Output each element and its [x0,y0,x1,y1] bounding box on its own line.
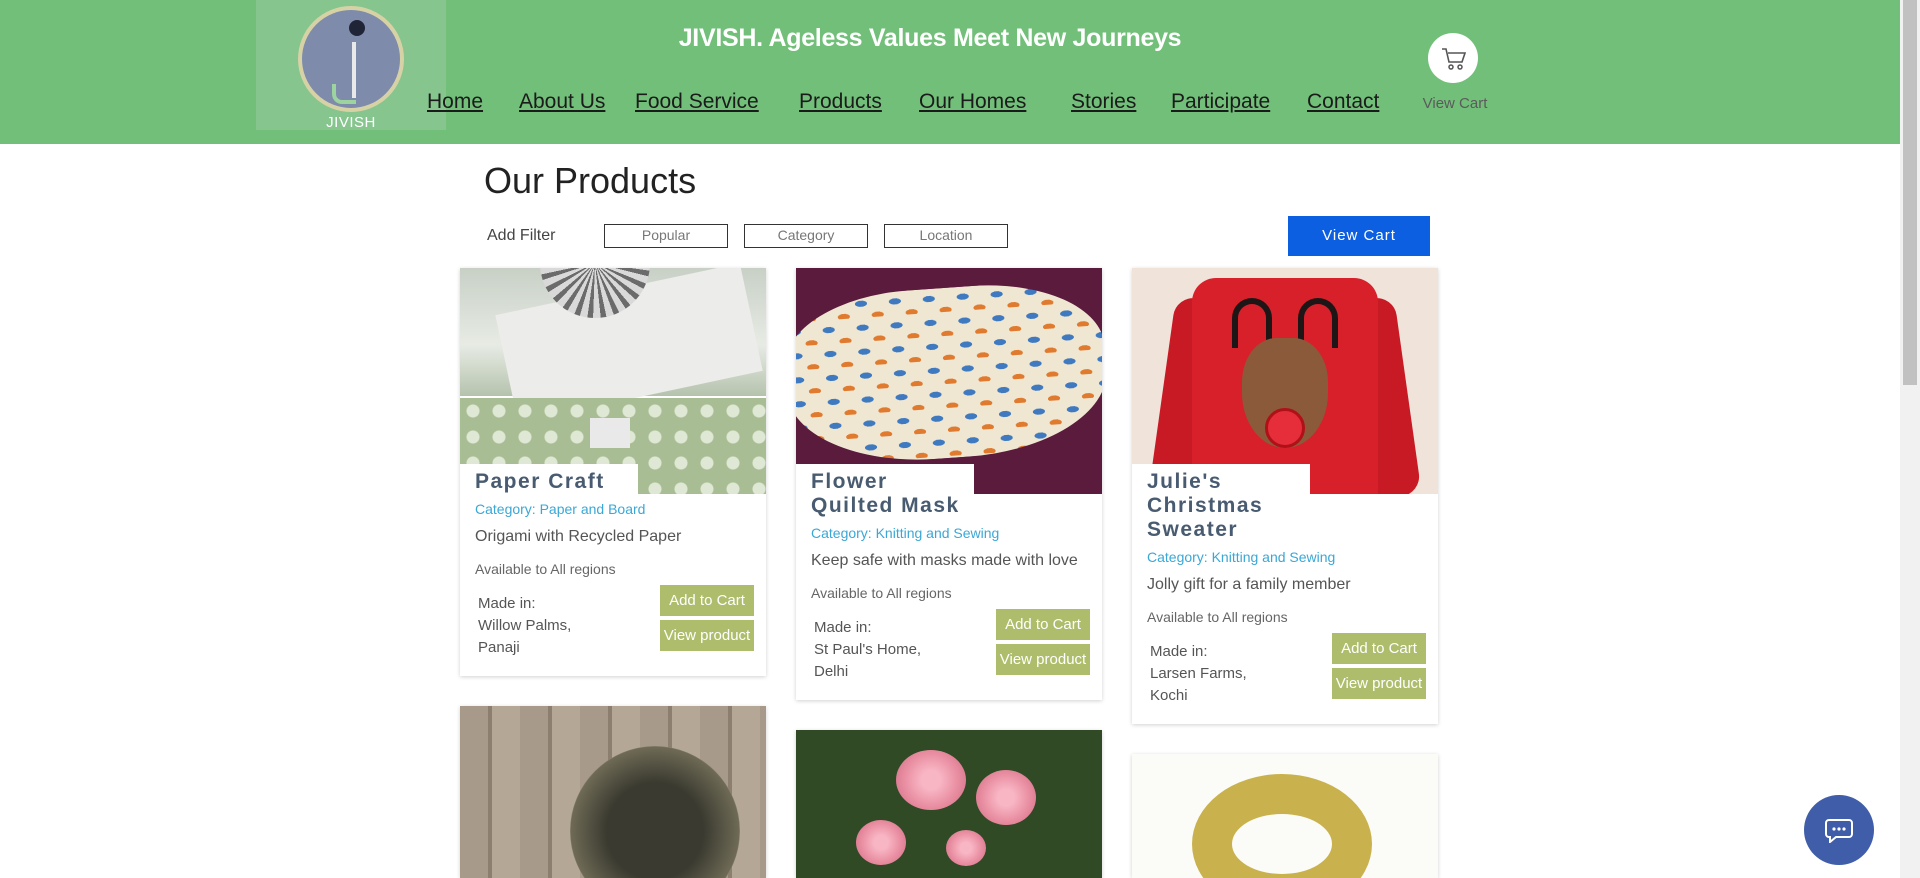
product-image[interactable] [460,706,766,878]
product-image[interactable] [796,268,1102,494]
page-title: Our Products [484,160,697,201]
nav-products[interactable]: Products [799,90,882,114]
site-logo[interactable]: JIVISH [256,0,446,131]
product-card: Flower Quilted Mask Category: Knitting a… [796,268,1102,700]
view-product-button[interactable]: View product [1332,668,1426,699]
nav-about-us[interactable]: About Us [519,90,605,114]
product-card [796,730,1102,878]
cart-icon [1442,48,1467,70]
nav-home[interactable]: Home [427,90,483,114]
product-image[interactable] [796,730,1102,878]
product-card: Julie's Christmas Sweater Category: Knit… [1132,268,1438,724]
product-description: Origami with Recycled Paper [475,528,682,545]
product-origin: Made in: St Paul's Home, Delhi [814,619,922,680]
logo-emblem [298,6,404,112]
view-cart-button[interactable]: View Cart [1288,216,1430,256]
filter-location[interactable]: Location [884,224,1008,248]
page-scrollbar[interactable] [1900,0,1920,878]
site-header: JIVISH JIVISH. Ageless Values Meet New J… [0,0,1900,144]
product-category: Category: Paper and Board [475,501,646,517]
chat-icon [1825,819,1853,843]
nav-food-service[interactable]: Food Service [635,90,759,114]
product-category: Category: Knitting and Sewing [811,525,1000,541]
product-title[interactable]: Julie's Christmas Sweater [1147,470,1287,542]
product-availability: Available to All regions [1147,609,1288,625]
product-availability: Available to All regions [811,585,952,601]
product-availability: Available to All regions [475,561,616,577]
filter-category[interactable]: Category [744,224,868,248]
nav-our-homes[interactable]: Our Homes [919,90,1026,114]
nav-stories[interactable]: Stories [1071,90,1136,114]
product-card [460,706,766,878]
product-card [1132,754,1438,878]
product-title[interactable]: Paper Craft [475,470,675,494]
nav-contact[interactable]: Contact [1307,90,1379,114]
product-description: Keep safe with masks made with love [811,552,1078,569]
header-cart-label[interactable]: View Cart [1400,95,1510,112]
filter-label: Add Filter [487,227,556,244]
header-cart-button[interactable] [1428,33,1478,83]
add-to-cart-button[interactable]: Add to Cart [660,585,754,616]
product-image[interactable] [1132,754,1438,878]
product-description: Jolly gift for a family member [1147,576,1351,593]
logo-text: JIVISH [326,114,376,131]
scrollbar-thumb[interactable] [1903,0,1917,385]
filter-popular[interactable]: Popular [604,224,728,248]
product-title[interactable]: Flower Quilted Mask [811,470,961,518]
view-product-button[interactable]: View product [660,620,754,651]
product-image[interactable] [460,268,766,494]
product-origin: Made in: Larsen Farms, Kochi [1150,643,1247,704]
add-to-cart-button[interactable]: Add to Cart [1332,633,1426,664]
product-image[interactable] [1132,268,1438,494]
nav-participate[interactable]: Participate [1171,90,1270,114]
view-product-button[interactable]: View product [996,644,1090,675]
add-to-cart-button[interactable]: Add to Cart [996,609,1090,640]
site-title: JIVISH. Ageless Values Meet New Journeys [678,24,1182,52]
product-origin: Made in: Willow Palms, Panaji [478,595,572,656]
product-card: Paper Craft Category: Paper and Board Or… [460,268,766,676]
product-category: Category: Knitting and Sewing [1147,549,1336,565]
chat-button[interactable] [1804,795,1874,865]
